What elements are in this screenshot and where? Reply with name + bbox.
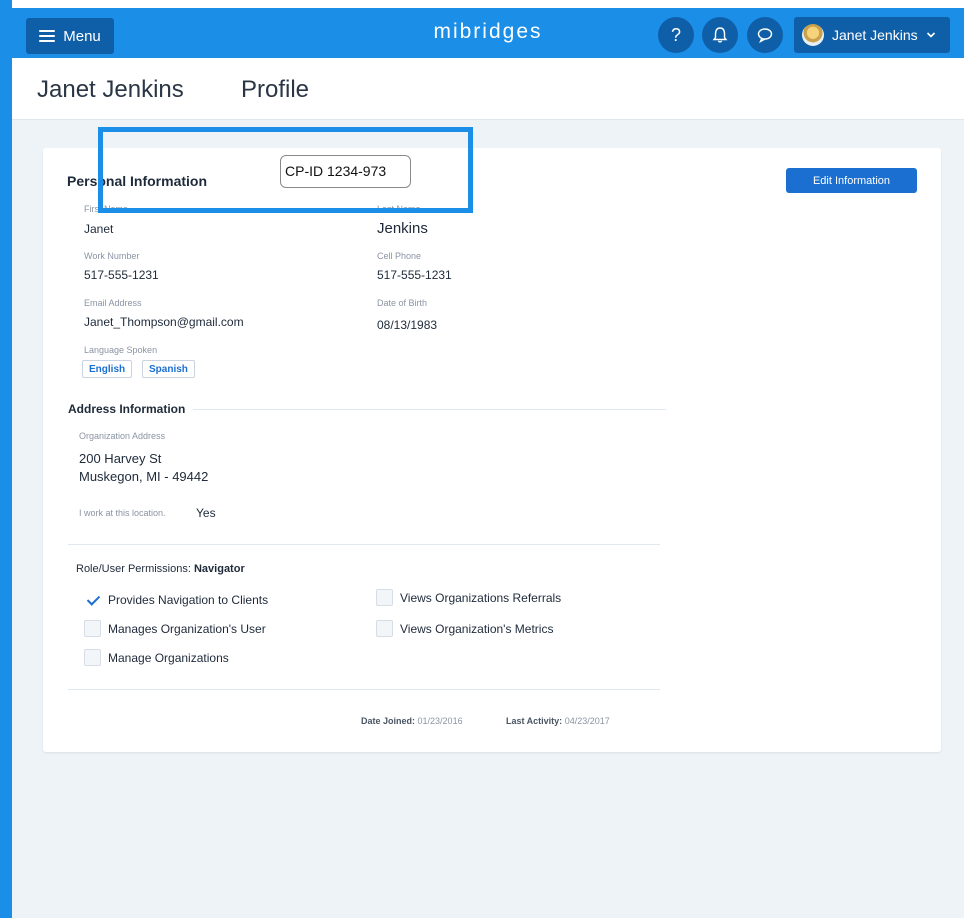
works-here-value: Yes — [196, 506, 216, 520]
menu-button[interactable]: Menu — [26, 18, 114, 54]
chat-button[interactable] — [747, 17, 783, 53]
checkbox-label-provides-navigation: Provides Navigation to Clients — [108, 593, 269, 607]
permissions-divider-top — [68, 544, 660, 545]
permissions-prefix: Role/User Permissions: — [76, 563, 191, 575]
page-section-title: Profile — [241, 76, 310, 103]
email-value: Janet_Thompson@gmail.com — [84, 315, 244, 329]
cell-phone-value: 517-555-1231 — [377, 268, 452, 282]
avatar — [802, 24, 824, 46]
permissions-heading: Role/User Permissions: Navigator — [76, 563, 245, 575]
checkbox-views-metrics[interactable] — [376, 620, 393, 637]
checkbox-label-views-referrals: Views Organizations Referrals — [400, 591, 562, 605]
page-title: Janet Jenkins — [37, 76, 184, 103]
language-pill-english: English — [82, 360, 133, 378]
checkbox-manage-organizations[interactable] — [84, 649, 101, 666]
bell-icon — [712, 27, 728, 43]
permissions-role: Navigator — [193, 563, 245, 575]
language-label: Language Spoken — [84, 345, 158, 355]
works-here-label: I work at this location. — [79, 508, 166, 518]
checkbox-views-referrals[interactable] — [376, 589, 393, 606]
language-pill-spanish: Spanish — [142, 360, 195, 378]
top-navigation-bar: Menu mibridges ? Janet Jenkins — [12, 8, 964, 58]
user-menu-button[interactable]: Janet Jenkins — [794, 17, 950, 53]
last-name-value: Jenkins — [377, 220, 428, 237]
chat-icon — [757, 28, 773, 44]
address-line-2: Muskegon, MI - 49442 — [79, 469, 209, 484]
help-button[interactable]: ? — [658, 17, 694, 53]
menu-label: Menu — [63, 27, 101, 45]
hamburger-icon — [39, 30, 56, 42]
last-activity-label: Last Activity: — [506, 716, 563, 726]
checkbox-label-views-metrics: Views Organization's Metrics — [400, 622, 554, 636]
date-joined-label: Date Joined: — [361, 716, 416, 726]
notifications-button[interactable] — [702, 17, 738, 53]
cell-phone-label: Cell Phone — [377, 251, 422, 261]
date-joined-value: 01/23/2016 — [417, 716, 463, 726]
dob-value: 08/13/1983 — [377, 318, 438, 332]
email-label: Email Address — [84, 298, 142, 308]
org-address-label: Organization Address — [79, 431, 166, 441]
page-header: Janet Jenkins Profile — [12, 58, 964, 120]
first-name-value: Janet — [84, 222, 114, 236]
left-accent-strip — [0, 0, 12, 918]
checkbox-manages-users[interactable] — [84, 620, 101, 637]
address-divider — [193, 409, 666, 410]
checkbox-label-manage-organizations: Manage Organizations — [108, 651, 229, 665]
last-activity: Last Activity: 04/23/2017 — [506, 716, 610, 726]
user-name: Janet Jenkins — [832, 27, 918, 43]
address-line-1: 200 Harvey St — [79, 451, 162, 466]
cp-id-label: CP-ID 1234-973 — [280, 155, 411, 188]
permissions-divider-bottom — [68, 689, 660, 690]
help-icon: ? — [670, 24, 681, 45]
edit-information-button[interactable]: Edit Information — [786, 168, 917, 193]
address-info-title: Address Information — [68, 402, 186, 416]
checkbox-provides-navigation[interactable] — [84, 591, 101, 608]
checkbox-label-manages-users: Manages Organization's User — [108, 622, 266, 636]
work-number-label: Work Number — [84, 251, 140, 261]
dob-label: Date of Birth — [377, 298, 428, 308]
profile-card: Personal Information Edit Information Fi… — [43, 148, 941, 752]
work-number-value: 517-555-1231 — [84, 268, 159, 282]
date-joined: Date Joined: 01/23/2016 — [361, 716, 463, 726]
chevron-down-icon — [926, 32, 935, 38]
last-activity-value: 04/23/2017 — [564, 716, 610, 726]
